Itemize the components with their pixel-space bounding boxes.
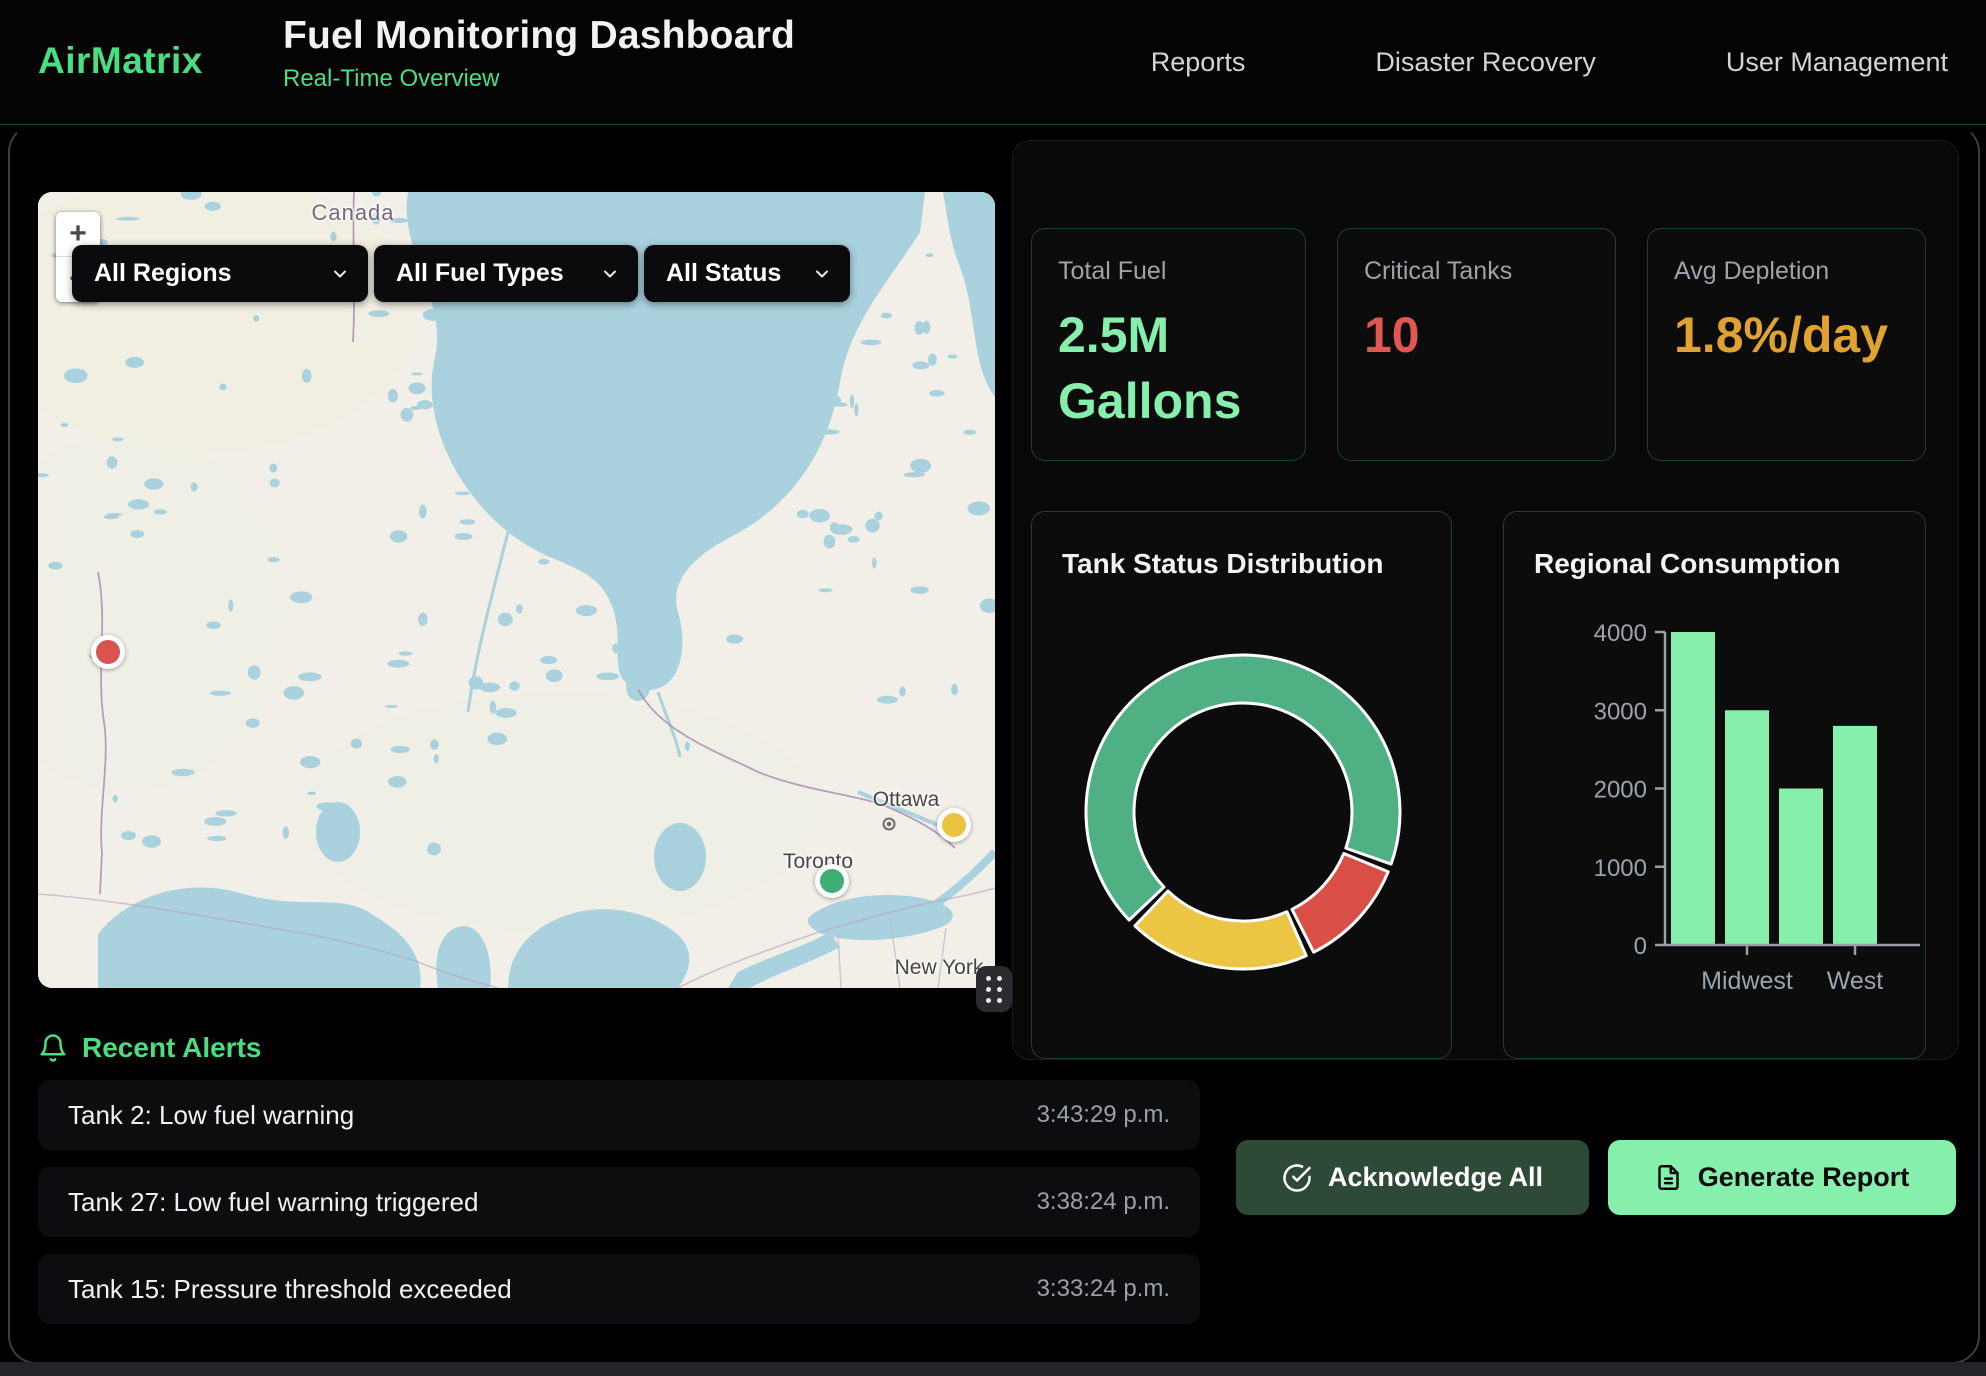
regional-consumption-bar-chart: 0 1000 2000 3000 4000 Midwest West bbox=[1504, 512, 1927, 1060]
map-resize-handle[interactable] bbox=[976, 966, 1012, 1012]
alert-timestamp: 3:38:24 p.m. bbox=[1037, 1188, 1170, 1216]
x-tick-label: West bbox=[1827, 967, 1884, 995]
alert-text: Tank 15: Pressure threshold exceeded bbox=[68, 1274, 512, 1305]
chevron-down-icon bbox=[794, 264, 832, 284]
map-label-ottawa: Ottawa bbox=[873, 788, 940, 812]
tank-marker-warning[interactable] bbox=[937, 808, 971, 842]
nav-user-management[interactable]: User Management bbox=[1726, 47, 1948, 78]
status-filter-value: All Status bbox=[666, 259, 781, 288]
nav-reports[interactable]: Reports bbox=[1151, 47, 1246, 78]
brand-logo: AirMatrix bbox=[38, 40, 203, 82]
acknowledge-all-button[interactable]: Acknowledge All bbox=[1236, 1140, 1589, 1215]
stat-card-avg-depletion: Avg Depletion 1.8%/day bbox=[1647, 228, 1926, 461]
check-circle-icon bbox=[1282, 1163, 1312, 1193]
bar-3 bbox=[1833, 726, 1877, 945]
bell-icon bbox=[38, 1032, 68, 1064]
stat-card-total-fuel: Total Fuel 2.5M Gallons bbox=[1031, 228, 1306, 461]
page-subtitle: Real-Time Overview bbox=[283, 65, 795, 93]
donut-segment-critical bbox=[1292, 853, 1388, 952]
fuel-map[interactable]: Canada Ottawa Toronto New York + − All R… bbox=[38, 192, 995, 988]
tank-status-donut-chart bbox=[1073, 642, 1413, 982]
chart-title: Tank Status Distribution bbox=[1062, 548, 1384, 580]
stat-card-critical-tanks: Critical Tanks 10 bbox=[1337, 228, 1616, 461]
town-dot-icon bbox=[883, 818, 896, 831]
chevron-down-icon bbox=[312, 264, 350, 284]
regional-consumption-chart-card: Regional Consumption 01000200030004000Mi… bbox=[1503, 511, 1926, 1059]
alert-row[interactable]: Tank 27: Low fuel warning triggered 3:38… bbox=[38, 1167, 1200, 1237]
page-title: Fuel Monitoring Dashboard bbox=[283, 14, 795, 58]
bar-0 bbox=[1671, 632, 1715, 945]
y-tick-label: 3000 bbox=[1594, 698, 1647, 725]
fuel-type-filter-value: All Fuel Types bbox=[396, 259, 564, 288]
stat-label: Avg Depletion bbox=[1674, 257, 1899, 286]
app-header: AirMatrix Fuel Monitoring Dashboard Real… bbox=[0, 0, 1986, 125]
chevron-down-icon bbox=[582, 264, 620, 284]
y-tick-label: 1000 bbox=[1594, 855, 1647, 882]
status-filter-select[interactable]: All Status bbox=[644, 245, 850, 302]
y-tick-label: 4000 bbox=[1594, 620, 1647, 647]
generate-report-button[interactable]: Generate Report bbox=[1608, 1140, 1956, 1215]
alert-text: Tank 27: Low fuel warning triggered bbox=[68, 1187, 478, 1218]
alert-text: Tank 2: Low fuel warning bbox=[68, 1100, 354, 1131]
recent-alerts-title: Recent Alerts bbox=[82, 1032, 261, 1064]
stat-value: 2.5M Gallons bbox=[1058, 302, 1233, 434]
tank-marker-critical[interactable] bbox=[91, 635, 125, 669]
alert-timestamp: 3:43:29 p.m. bbox=[1037, 1101, 1170, 1129]
window-footer-bar bbox=[0, 1362, 1986, 1376]
title-block: Fuel Monitoring Dashboard Real-Time Over… bbox=[283, 14, 795, 93]
x-tick-label: Midwest bbox=[1701, 967, 1793, 995]
y-tick-label: 2000 bbox=[1594, 777, 1647, 804]
stat-value: 10 bbox=[1364, 302, 1539, 368]
donut-segment-warning bbox=[1135, 891, 1306, 969]
acknowledge-all-label: Acknowledge All bbox=[1328, 1162, 1543, 1193]
y-tick-label: 0 bbox=[1634, 933, 1647, 960]
tank-status-chart-card: Tank Status Distribution bbox=[1031, 511, 1452, 1059]
fuel-type-filter-select[interactable]: All Fuel Types bbox=[374, 245, 638, 302]
report-file-icon bbox=[1655, 1164, 1682, 1191]
tank-marker-normal[interactable] bbox=[815, 864, 849, 898]
main-nav: Reports Disaster Recovery User Managemen… bbox=[1151, 0, 1948, 124]
metrics-panel: Total Fuel 2.5M Gallons Critical Tanks 1… bbox=[1012, 140, 1959, 1060]
alert-timestamp: 3:33:24 p.m. bbox=[1037, 1275, 1170, 1303]
alert-row[interactable]: Tank 15: Pressure threshold exceeded 3:3… bbox=[38, 1254, 1200, 1324]
bar-1 bbox=[1725, 710, 1769, 945]
stat-label: Total Fuel bbox=[1058, 257, 1279, 286]
map-label-canada: Canada bbox=[311, 200, 394, 226]
recent-alerts-header: Recent Alerts bbox=[38, 1032, 261, 1064]
generate-report-label: Generate Report bbox=[1698, 1162, 1910, 1193]
alert-row[interactable]: Tank 2: Low fuel warning 3:43:29 p.m. bbox=[38, 1080, 1200, 1150]
region-filter-value: All Regions bbox=[94, 259, 232, 288]
bar-2 bbox=[1779, 789, 1823, 946]
stat-label: Critical Tanks bbox=[1364, 257, 1589, 286]
nav-disaster-recovery[interactable]: Disaster Recovery bbox=[1375, 47, 1596, 78]
map-label-new-york: New York bbox=[895, 956, 984, 980]
region-filter-select[interactable]: All Regions bbox=[72, 245, 368, 302]
stat-value: 1.8%/day bbox=[1674, 302, 1849, 368]
map-filter-bar: All Regions All Fuel Types All Status bbox=[72, 245, 850, 302]
